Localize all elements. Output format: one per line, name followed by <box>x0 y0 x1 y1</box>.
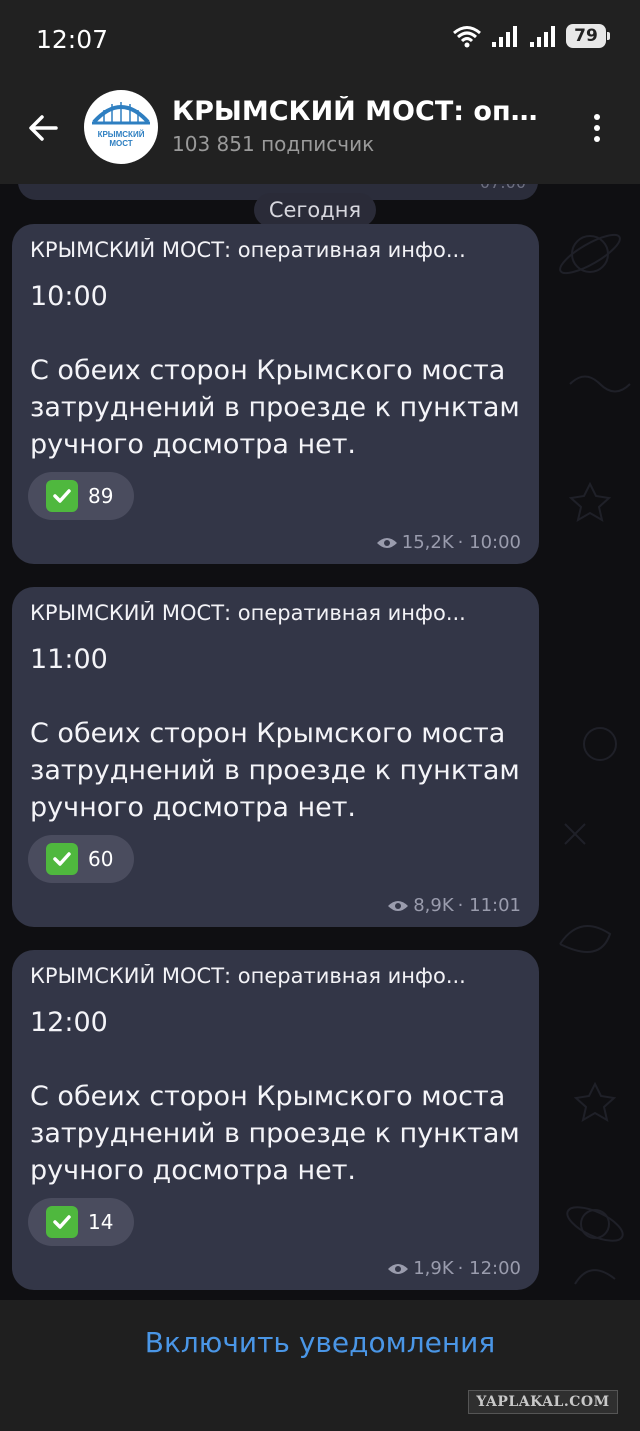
check-mark-emoji <box>46 843 78 875</box>
message-text: С обеих сторон Крымского моста затруднен… <box>30 718 520 823</box>
eye-icon <box>376 537 397 548</box>
reaction-chip[interactable]: 89 <box>28 472 134 520</box>
eye-icon <box>388 1263 409 1274</box>
status-time: 12:07 <box>36 25 109 54</box>
view-count: 8,9K <box>413 895 454 916</box>
bottom-bar: Включить уведомления YAPLAKAL.COM <box>0 1300 640 1431</box>
reaction-chip[interactable]: 14 <box>28 1198 134 1246</box>
message-time-label: 10:00 <box>30 281 108 312</box>
watermark: YAPLAKAL.COM <box>468 1390 618 1414</box>
reaction-count: 14 <box>88 1210 114 1234</box>
message-text: С обеих сторон Крымского моста затруднен… <box>30 355 520 460</box>
check-mark-emoji <box>46 480 78 512</box>
more-vert-icon[interactable] <box>584 108 610 148</box>
message-sender: КРЫМСКИЙ МОСТ: оперативная инфо... <box>30 601 466 625</box>
wifi-icon <box>453 26 481 48</box>
view-count: 15,2K <box>401 532 454 553</box>
reaction-count: 60 <box>88 847 114 871</box>
battery-indicator: 79 <box>566 24 610 48</box>
back-arrow-icon[interactable] <box>24 108 64 148</box>
check-mark-emoji <box>46 1206 78 1238</box>
message-time: · 11:01 <box>457 895 521 916</box>
message-text: С обеих сторон Крымского моста затруднен… <box>30 1081 520 1186</box>
message-bubble[interactable]: КРЫМСКИЙ МОСТ: оперативная инфо... 10:00… <box>12 224 539 564</box>
reaction-chip[interactable]: 60 <box>28 835 134 883</box>
bridge-logo-icon: КРЫМСКИЙ МОСТ <box>92 102 150 148</box>
subscriber-count: 103 851 подписчик <box>172 132 375 156</box>
eye-icon <box>388 900 409 911</box>
message-sender: КРЫМСКИЙ МОСТ: оперативная инфо... <box>30 238 466 262</box>
message-meta: 1,9K · 12:00 <box>387 1258 521 1279</box>
message-bubble[interactable]: КРЫМСКИЙ МОСТ: оперативная инфо... 12:00… <box>12 950 539 1290</box>
message-bubble[interactable]: КРЫМСКИЙ МОСТ: оперативная инфо... 11:00… <box>12 587 539 927</box>
status-bar: 12:07 79 <box>0 0 640 80</box>
message-time: · 10:00 <box>457 532 521 553</box>
message-meta: 15,2K · 10:00 <box>376 532 521 553</box>
enable-notifications-button[interactable]: Включить уведомления <box>0 1326 640 1359</box>
channel-header: КРЫМСКИЙ МОСТ КРЫМСКИЙ МОСТ: опе... 103 … <box>0 80 640 184</box>
previous-message-time: 07:00 <box>480 184 526 192</box>
message-time: · 12:00 <box>457 1258 521 1279</box>
svg-text:КРЫМСКИЙ: КРЫМСКИЙ <box>98 130 145 139</box>
signal-icon-2 <box>530 26 555 47</box>
view-count: 1,9K <box>413 1258 454 1279</box>
signal-icon <box>492 26 517 47</box>
message-sender: КРЫМСКИЙ МОСТ: оперативная инфо... <box>30 964 466 988</box>
channel-avatar[interactable]: КРЫМСКИЙ МОСТ <box>84 90 158 164</box>
message-time-label: 12:00 <box>30 1007 108 1038</box>
message-list[interactable]: 07:00 Сегодня КРЫМСКИЙ МОСТ: оперативная… <box>0 184 640 1300</box>
svg-text:МОСТ: МОСТ <box>109 139 132 148</box>
status-icons: 79 <box>452 24 610 48</box>
date-separator: Сегодня <box>254 193 376 227</box>
channel-title[interactable]: КРЫМСКИЙ МОСТ: опе... <box>172 96 552 127</box>
reaction-count: 89 <box>88 484 114 508</box>
message-time-label: 11:00 <box>30 644 108 675</box>
message-meta: 8,9K · 11:01 <box>387 895 521 916</box>
